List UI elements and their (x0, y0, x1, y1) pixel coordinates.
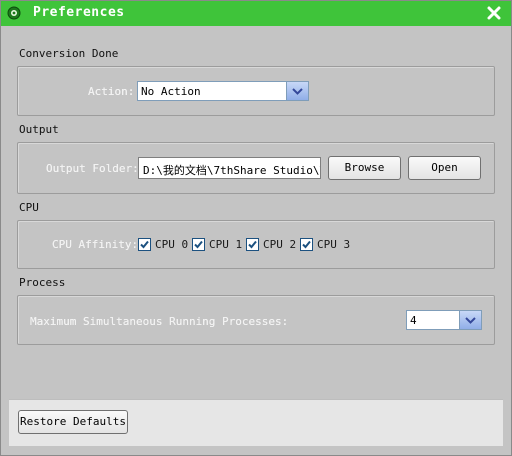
browse-button[interactable]: Browse (328, 156, 401, 180)
app-icon (7, 6, 21, 20)
checkbox-box[interactable] (300, 238, 313, 251)
cpu-2-label: CPU 2 (263, 238, 297, 251)
section-title-output: Output (19, 123, 59, 136)
output-folder-label: Output Folder: (46, 162, 139, 175)
output-group: Output Folder: D:\我的文档\7thShare Studio\V… (17, 142, 495, 194)
checkbox-box[interactable] (138, 238, 151, 251)
output-folder-field[interactable]: D:\我的文档\7thShare Studio\V (138, 157, 321, 179)
check-icon (302, 240, 311, 249)
cpu-core-list: CPU 0 CPU 1 CPU 2 CPU 3 (138, 238, 378, 252)
cpu-affinity-label: CPU Affinity: (52, 238, 139, 251)
check-icon (194, 240, 203, 249)
action-label: Action: (88, 85, 135, 98)
action-dropdown[interactable]: No Action (137, 81, 309, 101)
restore-defaults-button[interactable]: Restore Defaults (18, 410, 128, 434)
max-processes-dropdown[interactable]: 4 (406, 310, 482, 330)
title-bar[interactable]: Preferences (1, 1, 511, 26)
open-button[interactable]: Open (408, 156, 481, 180)
process-group: Maximum Simultaneous Running Processes: … (17, 295, 495, 345)
check-icon (248, 240, 257, 249)
cpu-1-label: CPU 1 (209, 238, 243, 251)
checkbox-box[interactable] (192, 238, 205, 251)
output-folder-value: D:\我的文档\7thShare Studio\V (143, 164, 321, 177)
section-title-cpu: CPU (19, 201, 39, 214)
checkbox-box[interactable] (246, 238, 259, 251)
max-processes-value: 4 (410, 314, 417, 327)
chevron-down-icon[interactable] (459, 311, 481, 329)
preferences-window: Preferences Conversion Done Action: No A… (0, 0, 512, 456)
footer-bar: Restore Defaults (9, 399, 503, 446)
cpu-group: CPU Affinity: CPU 0 CPU 1 CPU 2 CPU 3 (17, 220, 495, 269)
action-dropdown-value: No Action (141, 85, 201, 98)
conversion-done-group: Action: No Action (17, 66, 495, 116)
check-icon (140, 240, 149, 249)
max-processes-label: Maximum Simultaneous Running Processes: (30, 315, 289, 328)
window-title: Preferences (33, 5, 125, 20)
close-icon[interactable] (485, 4, 503, 22)
cpu-3-label: CPU 3 (317, 238, 351, 251)
section-title-conversion-done: Conversion Done (19, 47, 119, 60)
section-title-process: Process (19, 276, 66, 289)
chevron-down-icon[interactable] (286, 82, 308, 100)
cpu-0-label: CPU 0 (155, 238, 189, 251)
